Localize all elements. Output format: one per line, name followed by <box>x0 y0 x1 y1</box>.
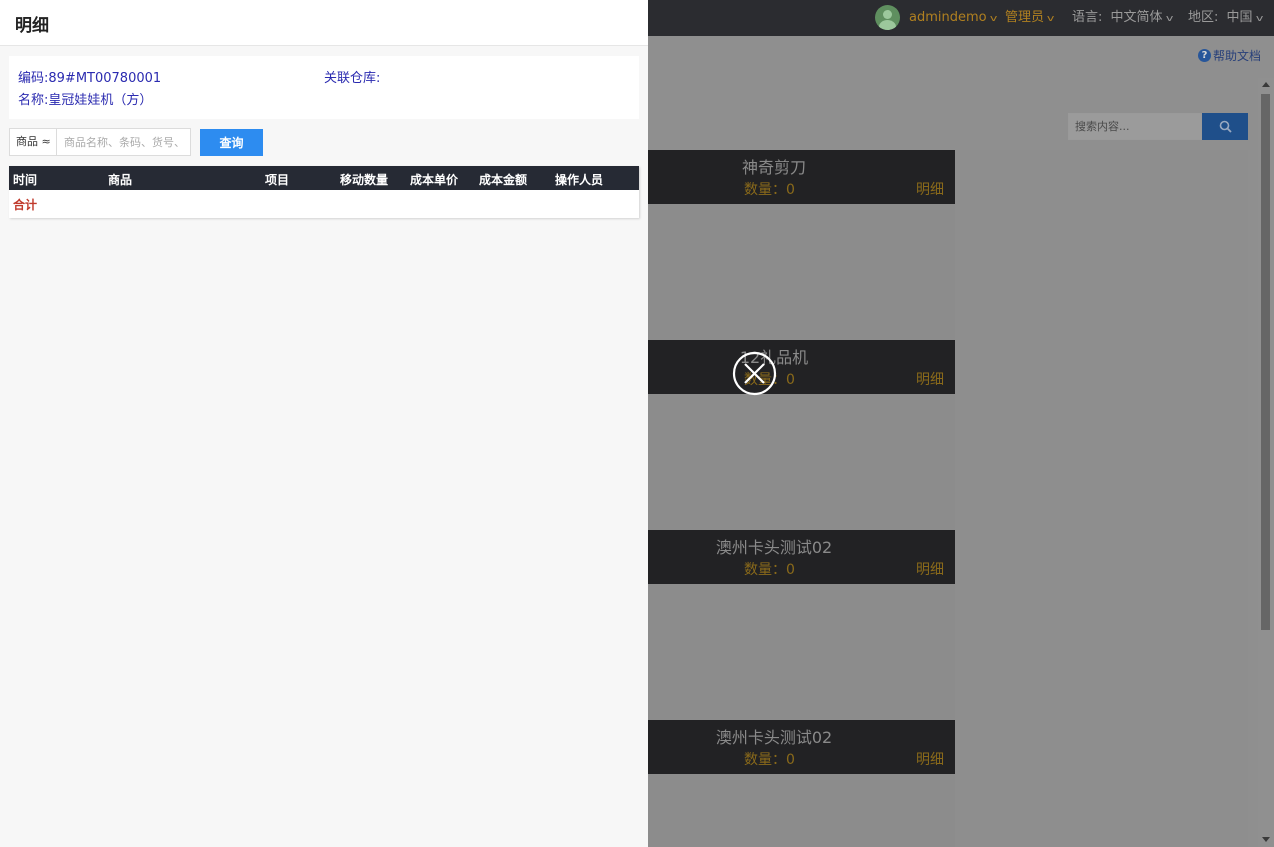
product-qty: 数量：0 <box>744 182 795 198</box>
region-value: 中国 <box>1226 10 1253 25</box>
code-value: 89#MT00780001 <box>48 71 162 86</box>
column-header-move-qty[interactable]: 移动数量 <box>340 171 388 188</box>
product-name: 澳州卡头测试02 <box>715 538 833 557</box>
language-menu[interactable]: 语言: 中文简体 v <box>1072 9 1173 27</box>
table-total-label: 合计 <box>13 198 38 212</box>
search-button[interactable] <box>1202 113 1248 140</box>
scroll-up-arrow-icon[interactable] <box>1262 82 1270 87</box>
product-card: 澳州卡头测试02 数量：0 明细 <box>648 530 955 584</box>
product-name: 神奇剪刀 <box>741 158 806 177</box>
chevron-down-icon: v <box>1165 14 1173 24</box>
name-label: 名称: <box>18 93 49 108</box>
scrollbar-thumb[interactable] <box>1261 94 1270 630</box>
filter-search-input[interactable] <box>56 128 191 156</box>
product-detail-link[interactable]: 明细 <box>916 179 944 199</box>
product-detail-link[interactable]: 明细 <box>916 749 944 769</box>
product-card: 12礼品机 数量：0 明细 <box>648 340 955 394</box>
close-icon[interactable] <box>732 351 777 396</box>
code-label: 编码: <box>18 71 49 86</box>
filter-field-value: 商品 ≈ <box>16 135 51 148</box>
product-qty: 数量：0 <box>744 562 795 578</box>
right-pane <box>955 150 1248 847</box>
panel-title: 明细 <box>15 16 49 36</box>
related-warehouse: 关联仓库: <box>324 67 380 86</box>
username: admindemo <box>909 10 987 25</box>
user-menu[interactable]: admindemo v <box>909 9 998 27</box>
help-label: 帮助文档 <box>1213 49 1262 63</box>
search-placeholder: 搜索内容... <box>1075 120 1130 133</box>
region-label: 地区: <box>1188 10 1219 25</box>
language-value: 中文简体 <box>1110 10 1163 25</box>
chevron-down-icon: v <box>1255 14 1263 24</box>
item-info-box: 编码:89#MT00780001 关联仓库: 名称:皇冠娃娃机（方） <box>9 56 639 119</box>
language-label: 语言: <box>1072 10 1103 25</box>
product-detail-link[interactable]: 明细 <box>916 369 944 389</box>
table-header: 时间 商品 项目 移动数量 成本单价 成本金额 操作人员 <box>9 166 639 190</box>
column-header-item[interactable]: 项目 <box>265 171 289 188</box>
region-menu[interactable]: 地区: 中国 v <box>1188 9 1263 27</box>
role-label: 管理员 <box>1005 10 1045 25</box>
product-qty: 数量：0 <box>744 752 795 768</box>
product-card: 澳州卡头测试02 数量：0 明细 <box>648 720 955 774</box>
help-icon: ? <box>1198 49 1211 62</box>
chevron-down-icon: v <box>989 14 998 24</box>
search-icon <box>1219 120 1232 133</box>
item-name: 名称:皇冠娃娃机（方） <box>18 89 152 108</box>
product-name: 澳州卡头测试02 <box>715 728 833 747</box>
help-docs-link[interactable]: ? 帮助文档 <box>1198 47 1261 64</box>
product-card: 神奇剪刀 数量：0 明细 <box>648 150 955 204</box>
detail-panel: 明细 编码:89#MT00780001 关联仓库: 名称:皇冠娃娃机（方） 商品… <box>0 0 648 847</box>
column-header-operator[interactable]: 操作人员 <box>555 171 603 188</box>
filter-field-select[interactable]: 商品 ≈ <box>9 128 57 156</box>
chevron-down-icon: v <box>1046 14 1055 24</box>
column-header-unit-cost[interactable]: 成本单价 <box>410 171 458 188</box>
product-detail-link[interactable]: 明细 <box>916 559 944 579</box>
role-menu[interactable]: 管理员 v <box>1005 9 1055 27</box>
search-input[interactable]: 搜索内容... <box>1068 113 1202 140</box>
scroll-down-arrow-icon[interactable] <box>1262 837 1270 842</box>
warehouse-label: 关联仓库: <box>324 71 381 86</box>
column-header-product[interactable]: 商品 <box>108 171 132 188</box>
column-header-time[interactable]: 时间 <box>13 171 37 188</box>
page-scrollbar[interactable] <box>1258 78 1274 847</box>
query-button[interactable]: 查询 <box>200 129 263 156</box>
movement-table: 时间 商品 项目 移动数量 成本单价 成本金额 操作人员 合计 <box>9 166 639 218</box>
user-avatar-icon[interactable] <box>875 5 900 30</box>
item-code: 编码:89#MT00780001 <box>18 67 161 86</box>
column-header-cost-amount[interactable]: 成本金额 <box>479 171 527 188</box>
panel-header: 明细 <box>0 0 648 46</box>
name-value: 皇冠娃娃机（方） <box>48 93 153 108</box>
